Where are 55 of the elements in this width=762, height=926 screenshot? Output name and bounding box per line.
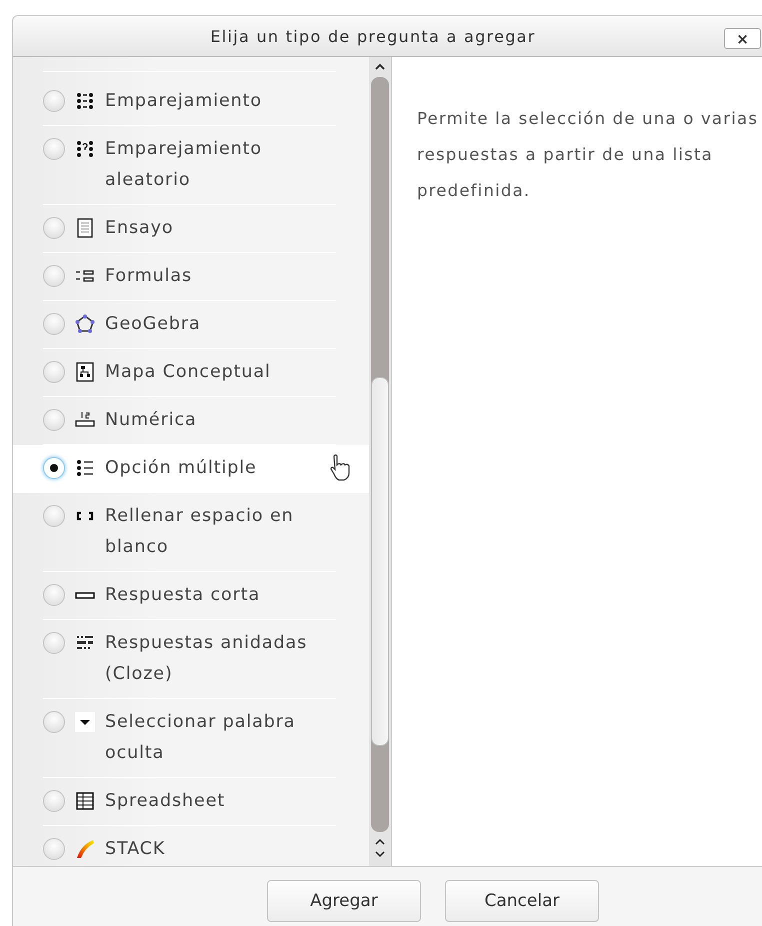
concept-map-icon	[75, 362, 95, 382]
dialog-button[interactable]: Cancelar	[445, 880, 599, 922]
radio-button[interactable]	[43, 505, 65, 527]
radio-button[interactable]	[43, 90, 65, 112]
radio-button[interactable]	[43, 138, 65, 160]
option-label: Spreadsheet	[105, 790, 226, 813]
option-label: Formulas	[105, 265, 194, 288]
document-icon	[75, 218, 95, 238]
option-label: GeoGebra	[105, 313, 202, 336]
question-type-option[interactable]: Ensayo	[13, 205, 369, 253]
radio-button[interactable]	[43, 265, 65, 287]
close-button[interactable]: ×	[724, 28, 761, 49]
question-type-option[interactable]: Respuesta corta	[13, 572, 369, 620]
description-text: Permite la selección de una o varias respuestas a partir de una lista predefinida.	[417, 108, 760, 202]
question-type-option[interactable]: Emparejamiento	[13, 78, 369, 126]
swoosh-icon	[75, 839, 95, 859]
radio-button[interactable]	[43, 632, 65, 654]
question-type-option[interactable]: Emparejamiento aleatorio	[13, 126, 369, 205]
dropdown-icon	[75, 712, 95, 732]
question-type-option[interactable]: Rellenar espacio en blanco	[13, 493, 369, 572]
option-label: Rellenar espacio en blanco	[105, 505, 295, 559]
pentagon-icon	[75, 314, 95, 334]
option-label: Respuesta corta	[105, 584, 262, 607]
dialog-button[interactable]: Agregar	[267, 880, 421, 922]
dialog-title: Elija un tipo de pregunta a agregar	[210, 26, 536, 46]
question-type-option[interactable]: Mapa Conceptual	[13, 349, 369, 397]
radio-button[interactable]	[43, 457, 65, 479]
radio-button[interactable]	[43, 361, 65, 383]
question-type-option[interactable]: Formulas	[13, 253, 369, 301]
option-label: Emparejamiento aleatorio	[105, 138, 264, 192]
radio-button[interactable]	[43, 711, 65, 733]
table-icon	[75, 791, 95, 811]
question-type-option[interactable]: Opción múltiple	[13, 445, 369, 493]
option-label: Seleccionar palabra oculta	[105, 711, 296, 765]
option-label: Ensayo	[105, 217, 174, 240]
radio-button[interactable]	[43, 409, 65, 431]
option-label: Numérica	[105, 409, 198, 432]
radio-button[interactable]	[43, 313, 65, 335]
bullet-list-icon	[75, 458, 95, 478]
radio-button[interactable]	[43, 838, 65, 860]
question-type-option[interactable]: Spreadsheet	[13, 778, 369, 826]
question-type-option[interactable]: Seleccionar palabra oculta	[13, 699, 369, 778]
scrollbar[interactable]	[369, 57, 392, 866]
option-label: Mapa Conceptual	[105, 361, 272, 384]
option-label: Emparejamiento	[105, 90, 264, 113]
radio-button[interactable]	[43, 217, 65, 239]
option-label: Opción múltiple	[105, 457, 258, 480]
question-type-option[interactable]: GeoGebra	[13, 301, 369, 349]
option-label: Respuestas anidadas (Cloze)	[105, 632, 308, 686]
radio-button[interactable]	[43, 790, 65, 812]
question-type-option[interactable]: Respuestas anidadas (Cloze)	[13, 620, 369, 699]
matching-question-icon	[75, 139, 95, 159]
option-label: STACK	[105, 838, 166, 861]
radio-button[interactable]	[43, 584, 65, 606]
matching-dots-icon	[75, 91, 95, 111]
